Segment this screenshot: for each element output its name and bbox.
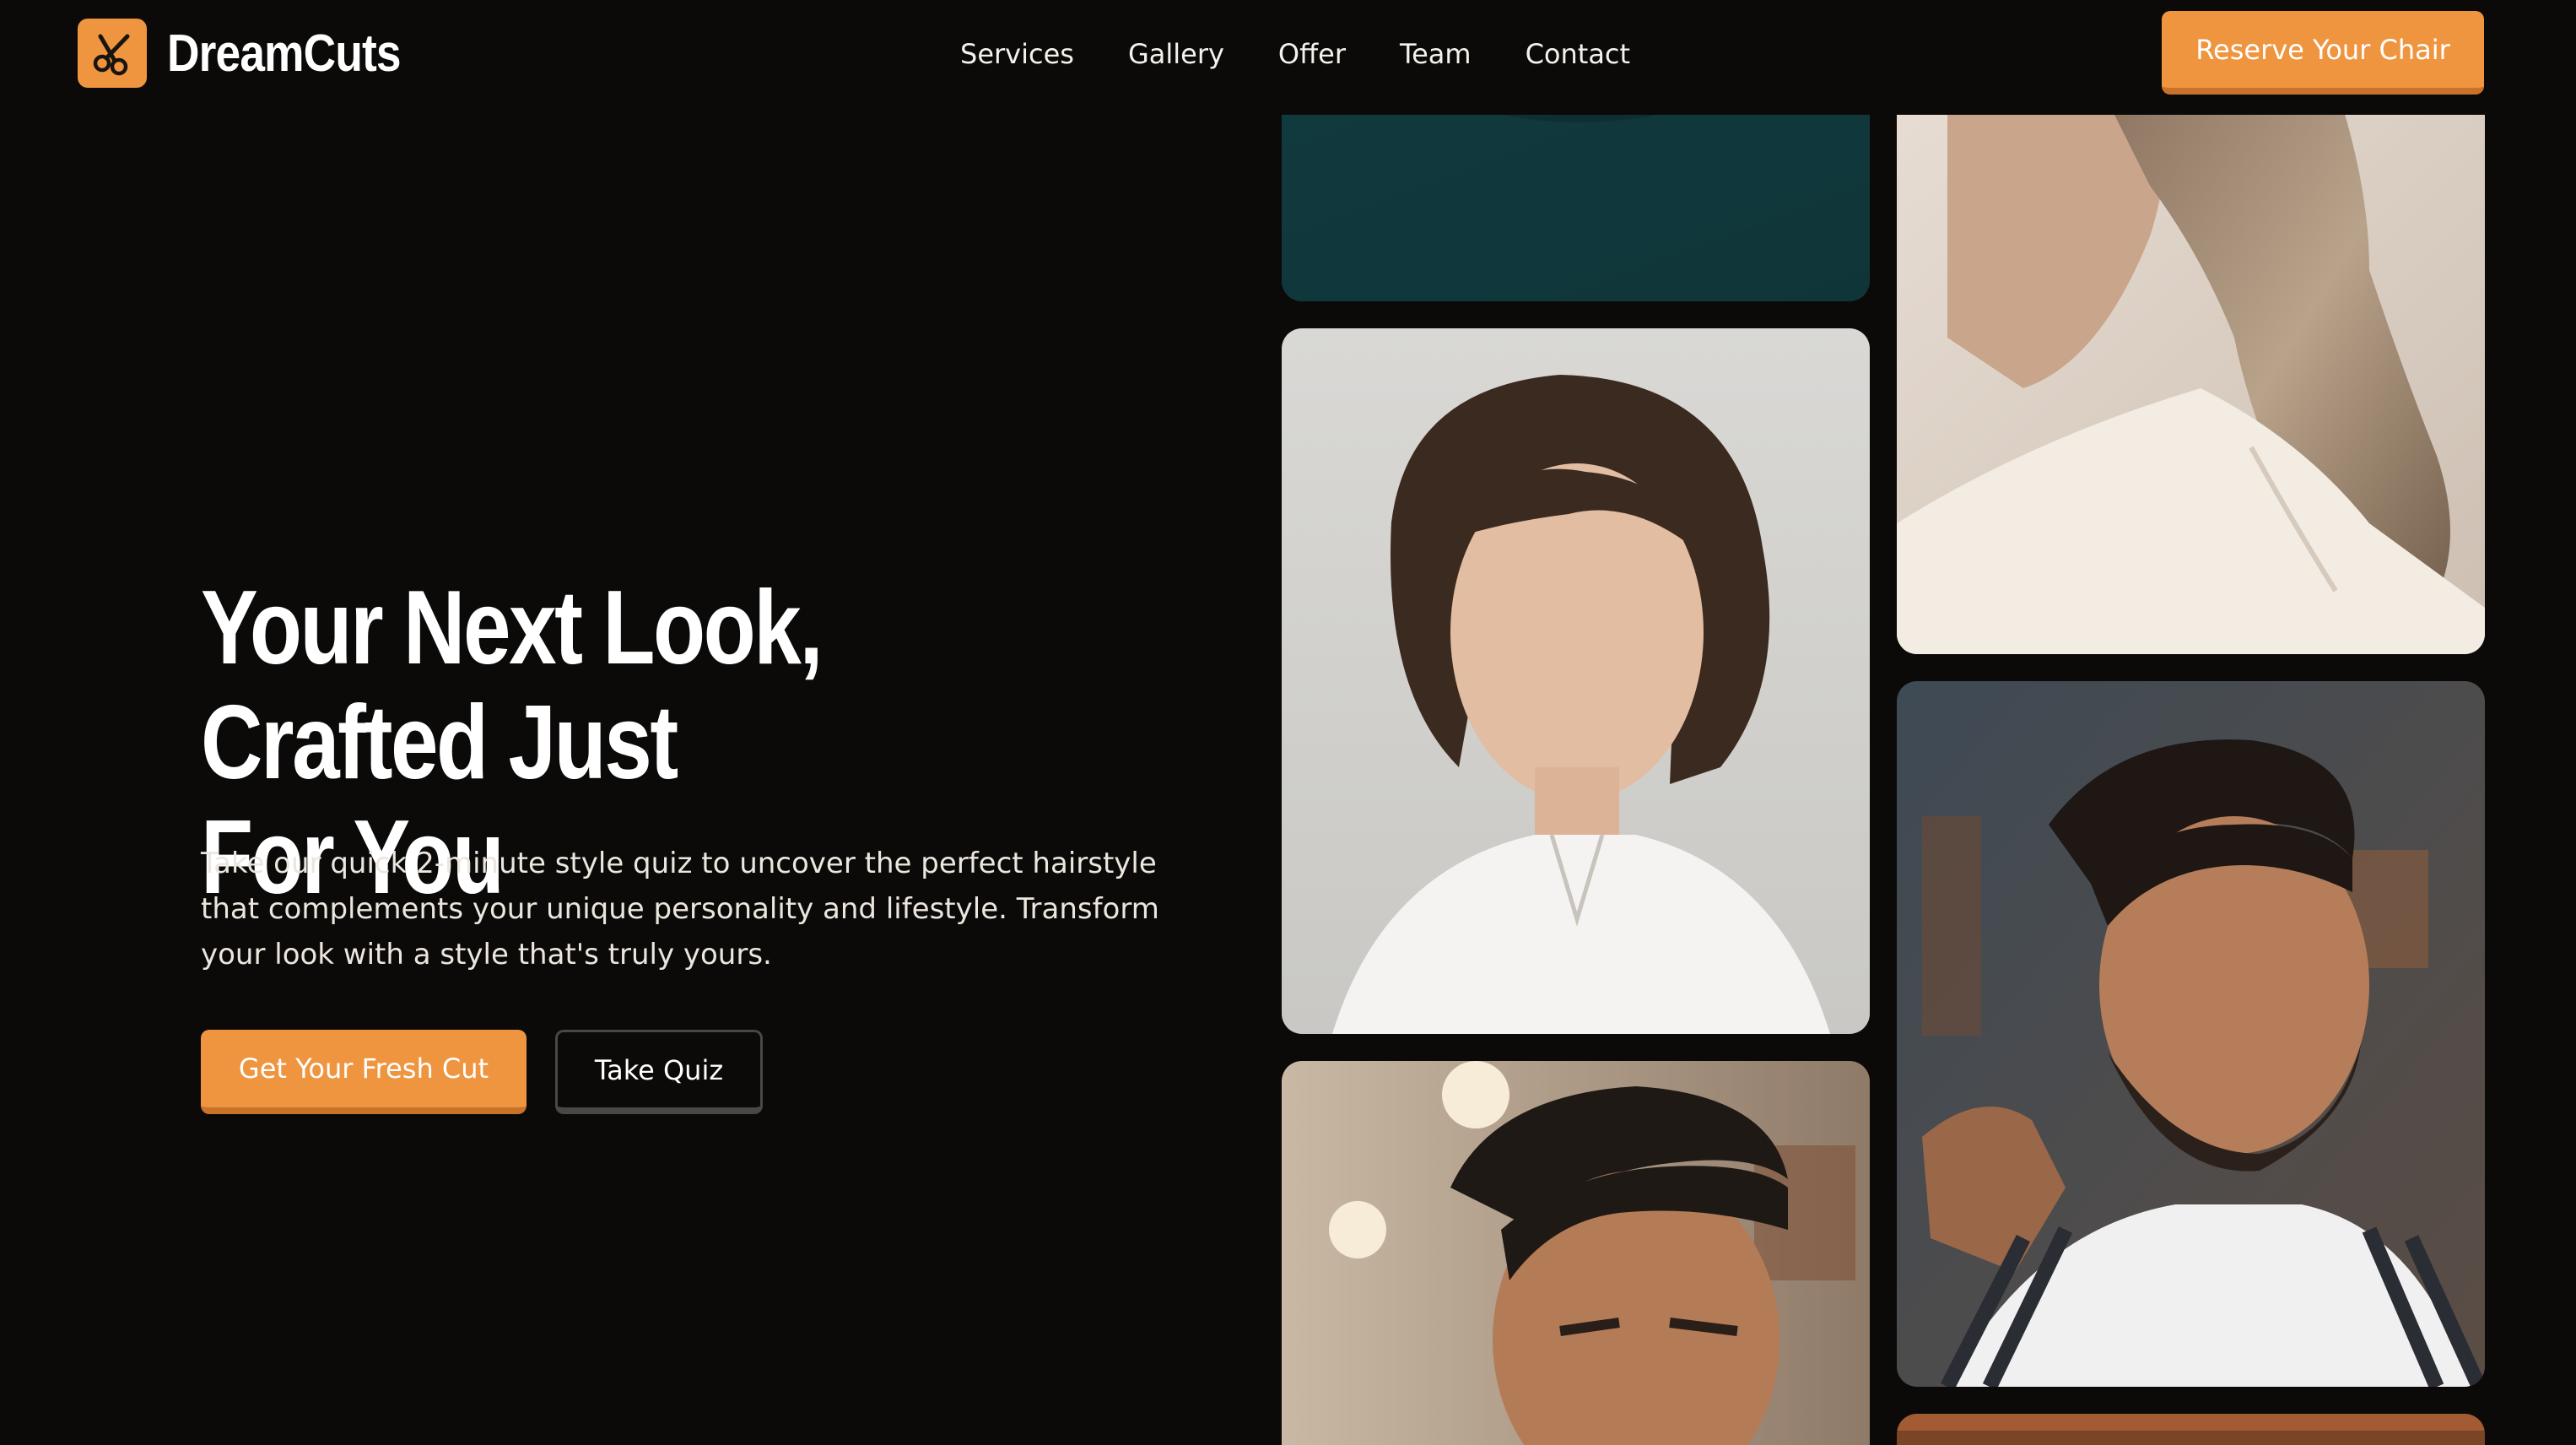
hero-description: Take our quick 2-minute style quiz to un… — [201, 847, 1159, 971]
gallery-image-teal-cape — [1282, 84, 1870, 301]
gallery-image-partial — [1897, 1414, 2485, 1445]
brand-name: DreamCuts — [167, 24, 402, 83]
take-quiz-button[interactable]: Take Quiz — [555, 1030, 763, 1114]
gallery-image-wavy-hair — [1282, 328, 1870, 1034]
reserve-chair-button[interactable]: Reserve Your Chair — [2162, 11, 2484, 95]
get-fresh-cut-button[interactable]: Get Your Fresh Cut — [201, 1030, 527, 1114]
nav-link-offer[interactable]: Offer — [1278, 34, 1346, 74]
gallery-image-pompadour — [1282, 1061, 1870, 1445]
hero-cta-group: Get Your Fresh Cut Take Quiz — [201, 1030, 763, 1114]
nav-menu: Services Gallery Offer Team Contact — [960, 34, 1630, 74]
navbar: DreamCuts Services Gallery Offer Team Co… — [0, 0, 2576, 115]
nav-link-services[interactable]: Services — [960, 34, 1074, 74]
nav-link-gallery[interactable]: Gallery — [1128, 34, 1224, 74]
gallery-image-side-profile — [1897, 84, 2485, 654]
brand-logo[interactable]: DreamCuts — [78, 19, 439, 88]
nav-link-contact[interactable]: Contact — [1526, 34, 1631, 74]
landing-page: DreamCuts Services Gallery Offer Team Co… — [0, 0, 2576, 1445]
nav-link-team[interactable]: Team — [1400, 34, 1472, 74]
scissors-icon — [78, 19, 147, 88]
hero-title-line-1: Your Next Look, Crafted Just — [201, 570, 824, 801]
gallery-image-barber-fade — [1897, 681, 2485, 1387]
